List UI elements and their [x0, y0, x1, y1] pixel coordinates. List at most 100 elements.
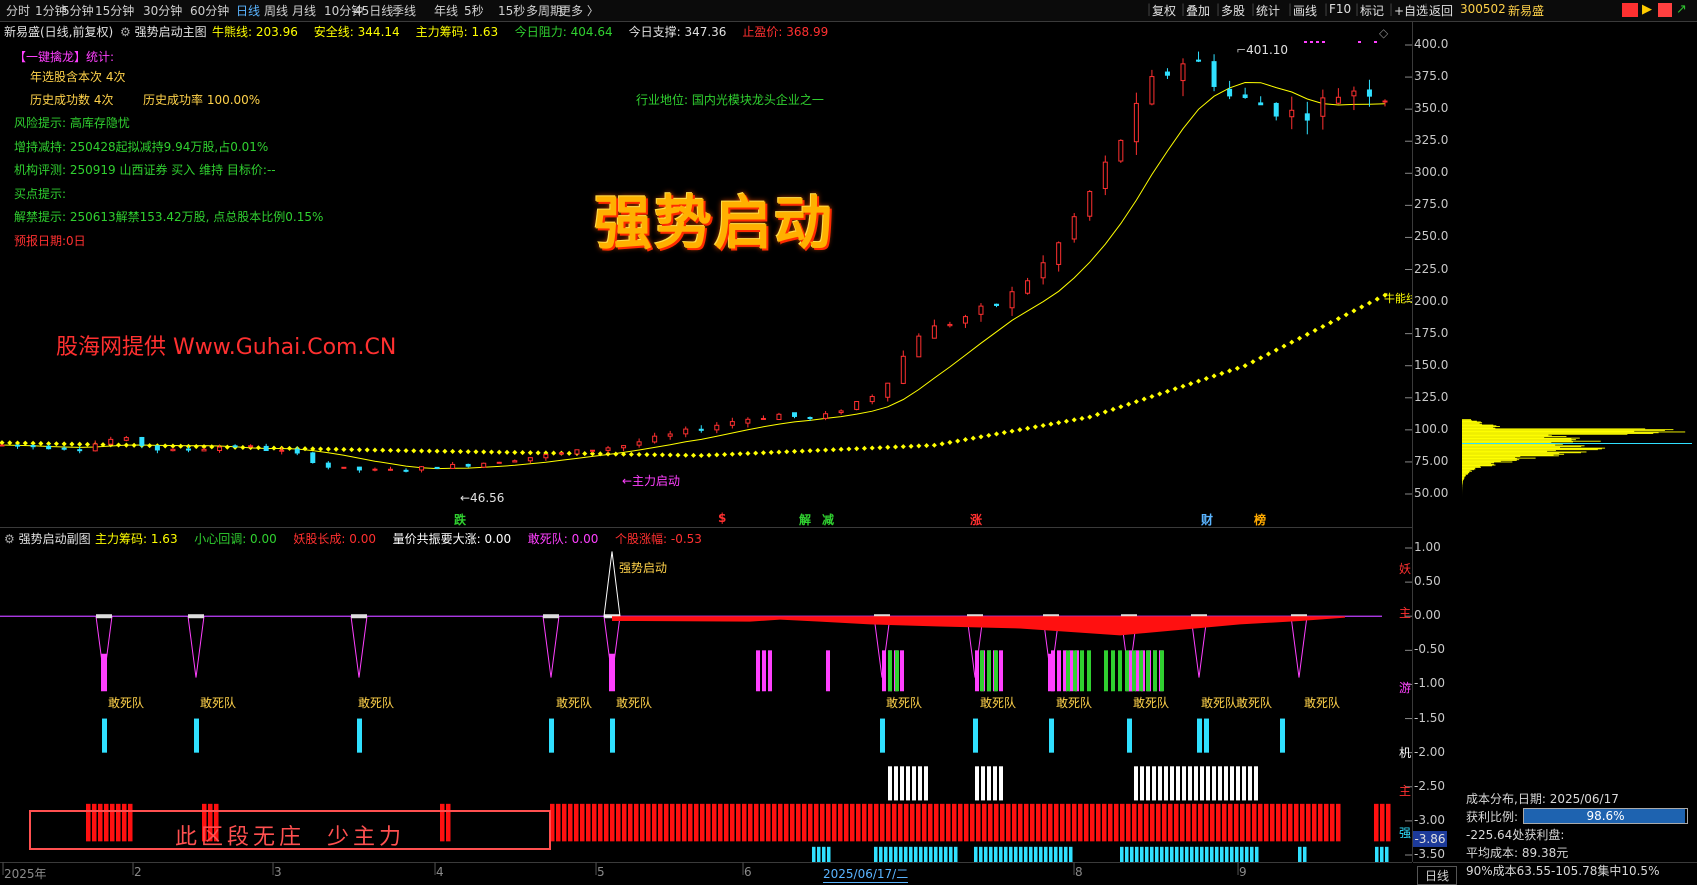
- white-column: [918, 766, 922, 800]
- cyan-column: [1039, 847, 1043, 862]
- candle-body: [544, 455, 548, 458]
- candle-body: [435, 467, 439, 468]
- price-tick: 325.0: [1414, 133, 1448, 147]
- flag-icon[interactable]: ▶: [1642, 3, 1656, 17]
- bull-line-dot: [784, 449, 789, 454]
- candle-body: [668, 434, 672, 436]
- event-marker[interactable]: 跌: [454, 511, 466, 528]
- cyan-column: [994, 847, 998, 862]
- red-column: [874, 804, 879, 842]
- price-tick: 400.0: [1414, 37, 1448, 51]
- period-tab-8[interactable]: 月线: [292, 2, 316, 19]
- main-indicator-name[interactable]: ⚙ 强势启动主图: [120, 23, 207, 40]
- date-tick: 2025年: [4, 865, 47, 882]
- candle-body: [295, 449, 299, 453]
- bull-line-dot: [831, 447, 836, 452]
- red-column: [1018, 804, 1023, 842]
- indicator-tick: -1.00: [1414, 676, 1445, 690]
- toolbar-button-1[interactable]: 叠加: [1186, 2, 1210, 19]
- red-column: [766, 804, 771, 842]
- red-column: [856, 804, 861, 842]
- cost-bar: [1462, 428, 1495, 429]
- period-tab-12[interactable]: 年线: [434, 2, 458, 19]
- cyan-column: [1049, 847, 1053, 862]
- indicator-tick: -3.50: [1414, 847, 1445, 861]
- red-column: [790, 804, 795, 842]
- cost-bar: [1462, 454, 1564, 455]
- period-tab-15[interactable]: 多周期: [526, 2, 562, 19]
- candle-body: [451, 464, 455, 468]
- bull-line-dot: [536, 450, 541, 455]
- toolbar-button-2[interactable]: 多股: [1221, 2, 1245, 19]
- period-tab-16[interactable]: 更多 〉: [559, 2, 599, 19]
- white-column: [1182, 766, 1186, 800]
- red-column: [568, 804, 573, 842]
- toolbar-button-4[interactable]: 画线: [1293, 2, 1317, 19]
- cyan-column: [1220, 847, 1224, 862]
- candlestick-chart[interactable]: [0, 40, 1412, 528]
- toolbar-button-5[interactable]: F10: [1329, 2, 1351, 16]
- bull-line-dot: [1344, 312, 1349, 317]
- red-column: [1096, 804, 1101, 842]
- period-tab-6[interactable]: 日线: [236, 2, 260, 19]
- green-column: [1125, 650, 1129, 691]
- red-column: [562, 804, 567, 842]
- period-indicator-button[interactable]: 日线: [1417, 866, 1457, 885]
- bull-line-dot: [209, 444, 214, 449]
- candle-body: [342, 467, 346, 468]
- toolbar-button-8[interactable]: 返回: [1429, 2, 1453, 19]
- period-tab-10[interactable]: 45日线: [354, 2, 393, 19]
- bull-line-dot: [1173, 386, 1178, 391]
- bull-line-dot: [419, 448, 424, 453]
- alert-icon[interactable]: [1658, 3, 1672, 17]
- cost-bar: [1462, 440, 1572, 441]
- cyan-column: [1034, 847, 1038, 862]
- cost-bar: [1462, 425, 1496, 426]
- arrow-icon[interactable]: ↗: [1676, 2, 1690, 16]
- candle-body: [1212, 62, 1216, 87]
- candle-body: [684, 429, 688, 434]
- toolbar-button-0[interactable]: 复权: [1152, 2, 1176, 19]
- event-marker[interactable]: 财: [1201, 511, 1213, 528]
- toolbar-button-3[interactable]: 统计: [1256, 2, 1280, 19]
- v-signal: [543, 616, 559, 677]
- cyan-column: [1150, 847, 1154, 862]
- period-tab-0[interactable]: 分时: [6, 2, 30, 19]
- bull-line-dot: [458, 449, 463, 454]
- period-tab-13[interactable]: 5秒: [464, 2, 484, 19]
- cyan-column: [879, 847, 883, 862]
- cyan-column: [974, 847, 978, 862]
- event-marker[interactable]: 减: [822, 511, 834, 528]
- cyan-column: [1125, 847, 1129, 862]
- bull-line-dot: [551, 451, 556, 456]
- red-column: [904, 804, 909, 842]
- price-tick: 50.00: [1414, 486, 1448, 500]
- window-icon-red[interactable]: [1622, 3, 1638, 17]
- period-tab-4[interactable]: 30分钟: [143, 2, 182, 19]
- period-tab-11[interactable]: 季线: [392, 2, 416, 19]
- event-marker[interactable]: 榜: [1254, 511, 1266, 528]
- cyan-column: [1140, 847, 1144, 862]
- chart-collapse-icon[interactable]: ◇: [1379, 26, 1388, 40]
- period-tab-14[interactable]: 15秒: [498, 2, 525, 19]
- event-marker[interactable]: 解: [799, 511, 811, 528]
- period-tab-7[interactable]: 周线: [264, 2, 288, 19]
- cyan-column: [999, 847, 1003, 862]
- toolbar-button-7[interactable]: +自选: [1394, 2, 1428, 19]
- red-column: [862, 804, 867, 842]
- bull-line-dot: [637, 452, 642, 457]
- event-marker[interactable]: $: [718, 511, 726, 525]
- red-column: [1132, 804, 1137, 842]
- dare-squad-label: 敢死队: [616, 694, 652, 711]
- bull-line-dot: [1157, 391, 1162, 396]
- toolbar-button-6[interactable]: 标记: [1360, 2, 1384, 19]
- period-tab-3[interactable]: 15分钟: [95, 2, 134, 19]
- period-tab-2[interactable]: 5分钟: [62, 2, 94, 19]
- white-column: [1218, 766, 1222, 800]
- candle-body: [1165, 72, 1169, 75]
- event-marker[interactable]: 涨: [970, 511, 982, 528]
- cyan-column: [1069, 847, 1073, 862]
- period-tab-5[interactable]: 60分钟: [190, 2, 229, 19]
- settings-icon[interactable]: ⚙: [120, 25, 131, 39]
- header-label: 今日阻力:: [515, 25, 567, 39]
